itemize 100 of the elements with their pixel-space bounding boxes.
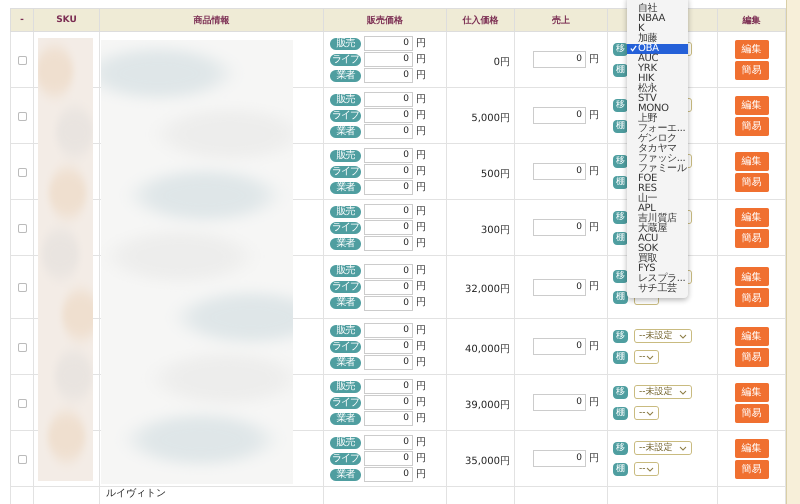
price-field[interactable]: 0 (364, 220, 413, 235)
unit-label: 円 (589, 110, 599, 120)
price-field[interactable]: 0 (364, 339, 413, 354)
price-field[interactable]: 0 (364, 323, 413, 338)
dropdown-option[interactable]: 上野 (627, 114, 688, 124)
price-field[interactable]: 0 (364, 280, 413, 294)
dropdown-option[interactable]: 自社 (627, 4, 688, 14)
dropdown-option[interactable]: サチ工芸 (627, 284, 688, 294)
store-tag: 棚 (613, 176, 628, 188)
unit-label: 円 (500, 284, 510, 295)
price-field[interactable]: 0 (364, 236, 413, 251)
dropdown-option[interactable]: K (627, 24, 688, 34)
dropdown-option[interactable]: ファッシ... (627, 154, 688, 164)
unit-label: 円 (589, 282, 599, 292)
sales-field[interactable]: 0 (533, 163, 586, 180)
unit-label: 円 (589, 166, 599, 176)
sales-field[interactable]: 0 (533, 219, 586, 236)
sales-field[interactable]: 0 (533, 278, 586, 296)
dropdown-option[interactable]: STV (627, 94, 688, 104)
store-tag: 移 (613, 330, 628, 342)
row-checkbox[interactable] (18, 342, 26, 352)
price-tag: 業者 (330, 126, 361, 138)
unit-label: 円 (416, 298, 426, 308)
dropdown-option[interactable]: MONO (627, 104, 688, 114)
dropdown-option[interactable]: NBAA (627, 14, 688, 24)
select-field[interactable]: -- (634, 350, 659, 364)
price-tag: ライブ (330, 166, 361, 178)
dropdown-option[interactable]: FYS (627, 264, 688, 274)
price-field[interactable]: 0 (364, 108, 413, 123)
dropdown-option[interactable]: YRK (627, 64, 688, 74)
row-checkbox[interactable] (18, 454, 26, 464)
price-tag: 業者 (330, 238, 361, 250)
dropdown-option[interactable]: 吉川質店 (627, 214, 688, 224)
price-field[interactable]: 0 (364, 164, 413, 179)
price-field[interactable]: 0 (364, 180, 413, 195)
dropdown-option[interactable]: ファミール (627, 164, 688, 174)
price-field[interactable]: 0 (364, 264, 413, 278)
dropdown-option[interactable]: 松永 (627, 84, 688, 94)
select-field[interactable]: --未設定 (634, 441, 692, 455)
dropdown-option[interactable]: レスプラ... (627, 274, 688, 284)
price-field[interactable]: 0 (364, 92, 413, 107)
select-field[interactable]: -- (634, 462, 659, 476)
row-checkbox[interactable] (18, 283, 26, 292)
dropdown-option[interactable]: SOK (627, 244, 688, 254)
store-tag: 移 (613, 270, 628, 283)
price-field[interactable]: 0 (364, 451, 413, 466)
dropdown-option[interactable]: 買取 (627, 254, 688, 264)
unit-label: 円 (416, 54, 426, 64)
dropdown-option[interactable]: ゲンロク (627, 134, 688, 144)
price-field[interactable]: 0 (364, 355, 413, 370)
dropdown-option[interactable]: APL (627, 204, 688, 214)
store-tag: 棚 (613, 232, 628, 244)
price-field[interactable]: 0 (364, 204, 413, 219)
sales-field[interactable]: 0 (533, 394, 586, 411)
price-field[interactable]: 0 (364, 68, 413, 83)
row-checkbox[interactable] (18, 56, 26, 64)
row-checkbox[interactable] (18, 398, 26, 408)
sales-field[interactable]: 0 (533, 338, 586, 355)
select-field[interactable]: --未設定 (634, 329, 692, 343)
price-field[interactable]: 0 (364, 148, 413, 163)
price-field[interactable]: 0 (364, 52, 413, 67)
price-tag: 販売 (330, 38, 361, 50)
select-field[interactable]: --未設定 (634, 385, 692, 399)
price-field[interactable]: 0 (364, 36, 413, 51)
dropdown-option[interactable]: FOE (627, 174, 688, 184)
sales-field[interactable]: 0 (533, 51, 586, 68)
row-checkbox[interactable] (18, 168, 26, 176)
dropdown-option[interactable]: OBA (627, 44, 688, 54)
cost-value: 0 (494, 56, 500, 68)
select-field[interactable]: -- (634, 406, 659, 420)
dropdown-option[interactable]: RES (627, 184, 688, 194)
chevron-icon (646, 466, 654, 472)
price-field[interactable]: 0 (364, 395, 413, 410)
dropdown-option[interactable]: ACU (627, 234, 688, 244)
dropdown-option[interactable]: HIK (627, 74, 688, 84)
row-checkbox[interactable] (18, 112, 26, 120)
price-tag: 販売 (330, 94, 361, 106)
chevron-icon (679, 334, 687, 338)
dropdown-option[interactable]: AUC (627, 54, 688, 64)
sales-field[interactable]: 0 (533, 450, 586, 467)
price-field[interactable]: 0 (364, 124, 413, 139)
price-tag: 業者 (330, 297, 361, 309)
unit-label: 円 (416, 110, 426, 120)
price-field[interactable]: 0 (364, 467, 413, 482)
price-field[interactable]: 0 (364, 435, 413, 450)
product-name: ルイヴィトン (105, 487, 167, 499)
check-icon (630, 45, 637, 52)
price-field[interactable]: 0 (364, 411, 413, 426)
dropdown-option[interactable]: タカヤマ (627, 144, 688, 154)
dropdown-option[interactable]: 山一 (627, 194, 688, 204)
dropdown-option[interactable]: フォーエ... (627, 124, 688, 134)
unit-label: 円 (416, 206, 426, 216)
dropdown-option[interactable]: 加藤 (627, 34, 688, 44)
sales-field[interactable]: 0 (533, 107, 586, 124)
chevron-icon (679, 446, 687, 450)
price-field[interactable]: 0 (364, 379, 413, 394)
dropdown-option[interactable]: 大蔵屋 (627, 224, 688, 234)
price-field[interactable]: 0 (364, 296, 413, 310)
row-checkbox[interactable] (18, 224, 26, 232)
unit-label: 円 (589, 54, 599, 64)
